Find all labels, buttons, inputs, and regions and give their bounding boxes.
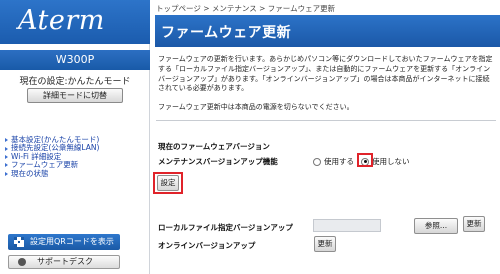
radio-use[interactable]: 使用する bbox=[313, 156, 354, 167]
browse-button[interactable]: 参照... bbox=[414, 218, 458, 234]
show-qr-button[interactable]: 設定用QRコードを表示 bbox=[8, 234, 120, 250]
sidebar-nav: 基本設定(かんたんモード) 接続先設定(公衆無線LAN) Wi-Fi 詳細設定 … bbox=[5, 135, 99, 178]
aterm-logo: Aterm bbox=[18, 5, 105, 36]
radio-use-button[interactable] bbox=[313, 157, 321, 166]
support-desk-button[interactable]: サポートデスク bbox=[8, 255, 120, 269]
breadcrumb: トップページ > メンテナンス > ファームウェア更新 bbox=[156, 4, 336, 13]
switch-mode-button[interactable]: 詳細モードに切替 bbox=[27, 88, 123, 103]
model-name: W300P bbox=[0, 50, 150, 70]
arrow-icon bbox=[5, 155, 8, 160]
sidebar: Aterm W300P 現在の設定:かんたんモード 詳細モードに切替 基本設定(… bbox=[0, 0, 150, 274]
support-icon bbox=[18, 258, 26, 266]
arrow-icon bbox=[5, 171, 8, 176]
divider bbox=[156, 120, 496, 121]
arrow-icon bbox=[5, 163, 8, 168]
arrow-icon bbox=[5, 138, 8, 143]
arrow-icon bbox=[5, 146, 8, 151]
local-update-button[interactable]: 更新 bbox=[463, 216, 485, 232]
local-file-input[interactable] bbox=[313, 219, 381, 232]
maintenance-label: メンテナンスバージョンアップ機能 bbox=[158, 157, 278, 166]
logo-banner: Aterm bbox=[0, 0, 150, 44]
online-update-label: オンラインバージョンアップ bbox=[158, 241, 256, 250]
current-mode-text: 現在の設定:かんたんモード bbox=[19, 77, 131, 87]
nav-item-status[interactable]: 現在の状態 bbox=[5, 169, 99, 178]
local-update-label: ローカルファイル指定バージョンアップ bbox=[158, 223, 293, 232]
online-update-button[interactable]: 更新 bbox=[314, 236, 336, 252]
page-title: ファームウェア更新 bbox=[161, 25, 292, 41]
page-title-bar: ファームウェア更新 bbox=[155, 15, 500, 47]
set-button[interactable]: 設定 bbox=[157, 175, 179, 191]
description-text: ファームウェアの更新を行います。あらかじめパソコン等にダウンロードしておいたファ… bbox=[158, 55, 493, 93]
highlight-frame-radio bbox=[357, 153, 373, 167]
power-warning-text: ファームウェア更新中は本商品の電源を切らないでください。 bbox=[158, 103, 354, 111]
current-version-label: 現在のファームウェアバージョン bbox=[158, 142, 270, 151]
qr-code-icon bbox=[14, 237, 24, 247]
